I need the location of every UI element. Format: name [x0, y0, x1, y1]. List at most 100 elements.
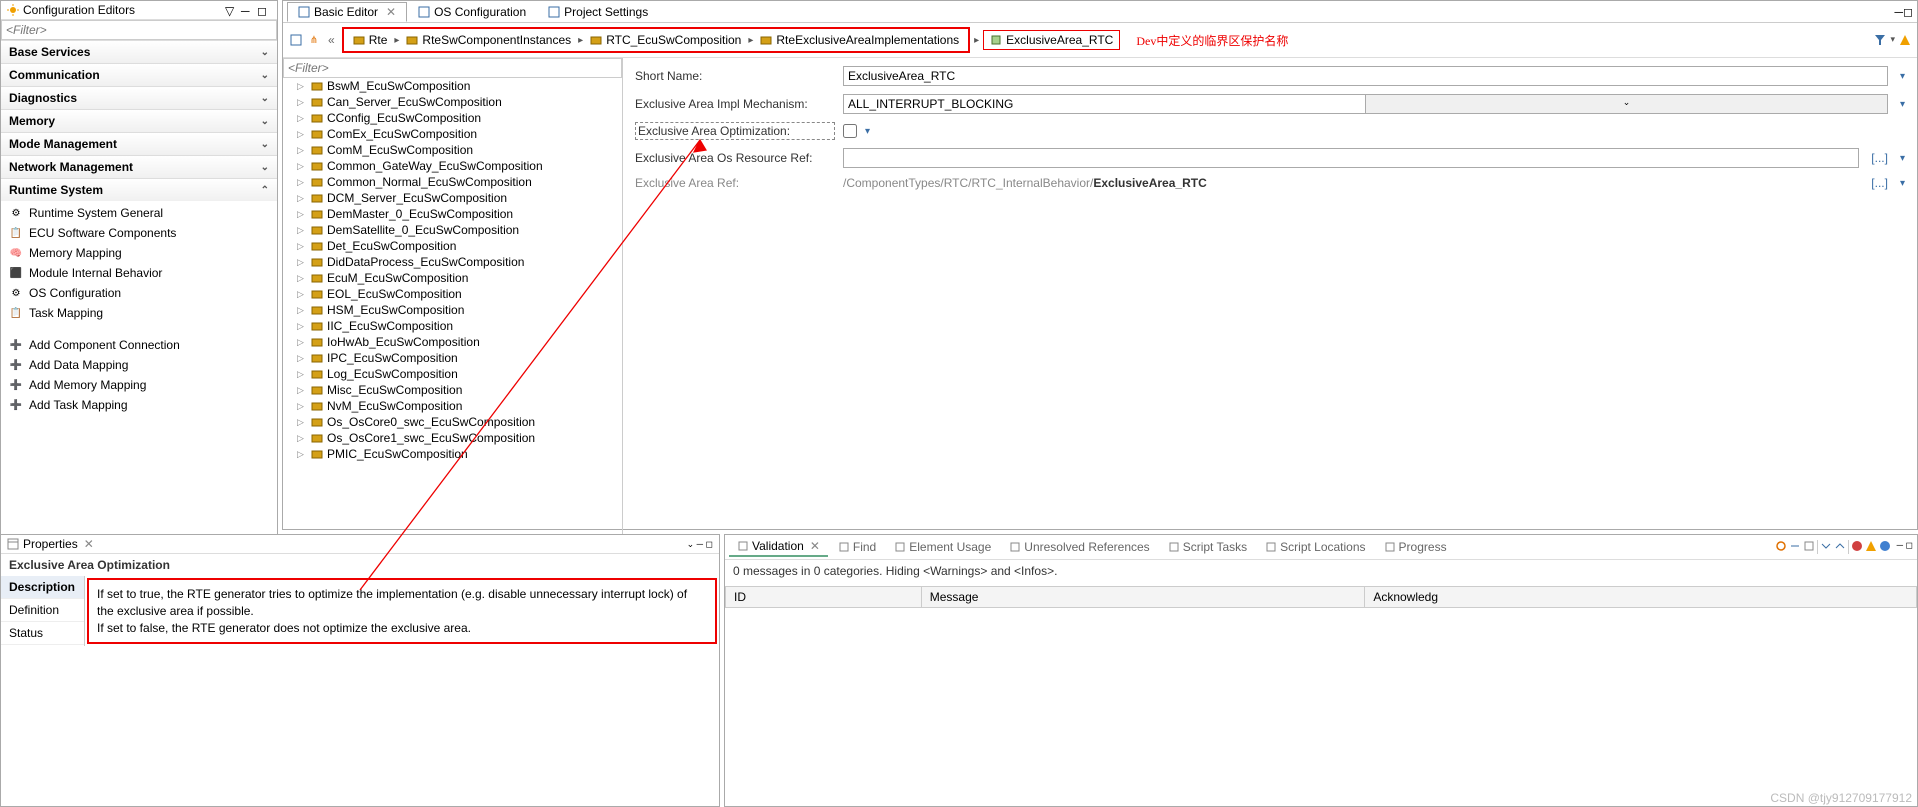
- os-resource-input[interactable]: [843, 148, 1859, 168]
- expand-icon[interactable]: ▷: [297, 97, 304, 108]
- tree-node[interactable]: ▷Det_EcuSwComposition: [283, 238, 622, 254]
- expand-icon[interactable]: ▷: [297, 337, 304, 348]
- breadcrumb-tail[interactable]: ExclusiveArea_RTC: [983, 30, 1120, 50]
- expand-icon[interactable]: ▷: [297, 417, 304, 428]
- bottom-tab-script-locations[interactable]: Script Locations: [1257, 538, 1373, 556]
- properties-side-tab[interactable]: Description: [1, 576, 84, 599]
- bottom-tab-unresolved-references[interactable]: Unresolved References: [1001, 538, 1157, 556]
- expand-icon[interactable]: ▷: [297, 433, 304, 444]
- warn-filter-icon[interactable]: [1865, 540, 1877, 552]
- refresh-icon[interactable]: [1775, 540, 1787, 552]
- runtime-item[interactable]: 📋Task Mapping: [1, 303, 277, 323]
- properties-side-tab[interactable]: Status: [1, 622, 84, 645]
- expand-icon[interactable]: ▷: [297, 401, 304, 412]
- editor-tab[interactable]: OS Configuration: [407, 2, 537, 22]
- expand-icon[interactable]: ▷: [297, 273, 304, 284]
- warning-icon[interactable]: [1899, 34, 1911, 46]
- category-mode-management[interactable]: Mode Management⌄: [1, 132, 277, 155]
- expand-icon[interactable]: ▷: [297, 161, 304, 172]
- tree-node[interactable]: ▷DidDataProcess_EcuSwComposition: [283, 254, 622, 270]
- expand-icon[interactable]: ▷: [297, 81, 304, 92]
- bottom-tab-validation[interactable]: Validation✕: [729, 537, 828, 557]
- runtime-system-category[interactable]: Runtime System ⌃: [1, 178, 277, 201]
- info-filter-icon[interactable]: [1879, 540, 1891, 552]
- breadcrumb-item[interactable]: RteSwComponentInstances: [399, 30, 578, 50]
- error-filter-icon[interactable]: [1851, 540, 1863, 552]
- fork-icon[interactable]: ⋔: [307, 33, 321, 47]
- tree-node[interactable]: ▷Misc_EcuSwComposition: [283, 382, 622, 398]
- expand-icon[interactable]: ▷: [297, 145, 304, 156]
- tree-node[interactable]: ▷Log_EcuSwComposition: [283, 366, 622, 382]
- column-header[interactable]: ID: [726, 587, 922, 608]
- filter-dropdown[interactable]: ▾: [1890, 34, 1895, 46]
- minimize-icon[interactable]: ─: [241, 4, 253, 16]
- action-menu[interactable]: ▾: [1900, 178, 1905, 189]
- dropdown-button[interactable]: ⌄: [1365, 95, 1887, 113]
- expand-icon[interactable]: ▷: [297, 177, 304, 188]
- tree-node[interactable]: ▷HSM_EcuSwComposition: [283, 302, 622, 318]
- view-icon[interactable]: [289, 33, 303, 47]
- action-menu[interactable]: ▾: [1900, 71, 1905, 82]
- tree-node[interactable]: ▷CConfig_EcuSwComposition: [283, 110, 622, 126]
- expand-icon[interactable]: ▷: [297, 241, 304, 252]
- close-icon[interactable]: ✕: [810, 539, 820, 553]
- short-name-input[interactable]: [843, 66, 1888, 86]
- expand-icon[interactable]: ▷: [297, 353, 304, 364]
- view-menu-icon[interactable]: ─ ◻: [1897, 540, 1913, 554]
- view-menu-icon[interactable]: ▽: [225, 4, 237, 16]
- tree-node[interactable]: ▷Common_GateWay_EcuSwComposition: [283, 158, 622, 174]
- column-header[interactable]: Message: [921, 587, 1365, 608]
- runtime-item[interactable]: ⚙OS Configuration: [1, 283, 277, 303]
- category-network-management[interactable]: Network Management⌄: [1, 155, 277, 178]
- tree-node[interactable]: ▷NvM_EcuSwComposition: [283, 398, 622, 414]
- collapse-icon[interactable]: [1834, 540, 1846, 552]
- editor-tab[interactable]: Project Settings: [537, 2, 659, 22]
- tree-node[interactable]: ▷Can_Server_EcuSwComposition: [283, 94, 622, 110]
- expand-icon[interactable]: [1820, 540, 1832, 552]
- action-menu[interactable]: ▾: [1900, 99, 1905, 110]
- expand-icon[interactable]: ▷: [297, 305, 304, 316]
- tree-node[interactable]: ▷Common_Normal_EcuSwComposition: [283, 174, 622, 190]
- close-icon[interactable]: ✕: [84, 537, 94, 551]
- mechanism-dropdown[interactable]: ALL_INTERRUPT_BLOCKING ⌄: [843, 94, 1888, 114]
- runtime-item[interactable]: 📋ECU Software Components: [1, 223, 277, 243]
- runtime-action[interactable]: ➕Add Component Connection: [1, 335, 277, 355]
- tree-node[interactable]: ▷Os_OsCore0_swc_EcuSwComposition: [283, 414, 622, 430]
- tree-node[interactable]: ▷IoHwAb_EcuSwComposition: [283, 334, 622, 350]
- expand-icon[interactable]: ▷: [297, 193, 304, 204]
- expand-icon[interactable]: ▷: [297, 449, 304, 460]
- expand-icon[interactable]: ▷: [297, 225, 304, 236]
- tree-node[interactable]: ▷BswM_EcuSwComposition: [283, 78, 622, 94]
- tree-node[interactable]: ▷ComEx_EcuSwComposition: [283, 126, 622, 142]
- expand-icon[interactable]: ▷: [297, 289, 304, 300]
- runtime-item[interactable]: 🧠Memory Mapping: [1, 243, 277, 263]
- expand-icon[interactable]: ▷: [297, 113, 304, 124]
- expand-icon[interactable]: ▷: [297, 257, 304, 268]
- tree-node[interactable]: ▷EcuM_EcuSwComposition: [283, 270, 622, 286]
- bottom-tab-progress[interactable]: Progress: [1376, 538, 1455, 556]
- runtime-item[interactable]: ⬛Module Internal Behavior: [1, 263, 277, 283]
- category-base-services[interactable]: Base Services⌄: [1, 40, 277, 63]
- properties-side-tab[interactable]: Definition: [1, 599, 84, 622]
- expand-icon[interactable]: ▷: [297, 129, 304, 140]
- tree-filter-input[interactable]: [283, 58, 622, 78]
- tree-node[interactable]: ▷EOL_EcuSwComposition: [283, 286, 622, 302]
- back-button[interactable]: «: [325, 33, 338, 47]
- expand-icon[interactable]: ▷: [297, 321, 304, 332]
- runtime-action[interactable]: ➕Add Task Mapping: [1, 395, 277, 415]
- action-menu[interactable]: ▾: [865, 126, 870, 137]
- box-icon[interactable]: [1803, 540, 1815, 552]
- action-menu[interactable]: ▾: [1900, 153, 1905, 164]
- bottom-tab-find[interactable]: Find: [830, 538, 884, 556]
- maximize-icon[interactable]: ◻: [257, 4, 269, 16]
- tree-node[interactable]: ▷DCM_Server_EcuSwComposition: [283, 190, 622, 206]
- category-memory[interactable]: Memory⌄: [1, 109, 277, 132]
- breadcrumb-item[interactable]: RTC_EcuSwComposition: [583, 30, 748, 50]
- browse-button[interactable]: [...]: [1871, 151, 1888, 165]
- tree-node[interactable]: ▷ComM_EcuSwComposition: [283, 142, 622, 158]
- tree-node[interactable]: ▷Os_OsCore1_swc_EcuSwComposition: [283, 430, 622, 446]
- config-filter-input[interactable]: [1, 20, 277, 40]
- tree-node[interactable]: ▷IPC_EcuSwComposition: [283, 350, 622, 366]
- view-menu-icon[interactable]: ⌄ ─ ◻: [687, 539, 713, 550]
- maximize-icon[interactable]: ◻: [1903, 5, 1913, 19]
